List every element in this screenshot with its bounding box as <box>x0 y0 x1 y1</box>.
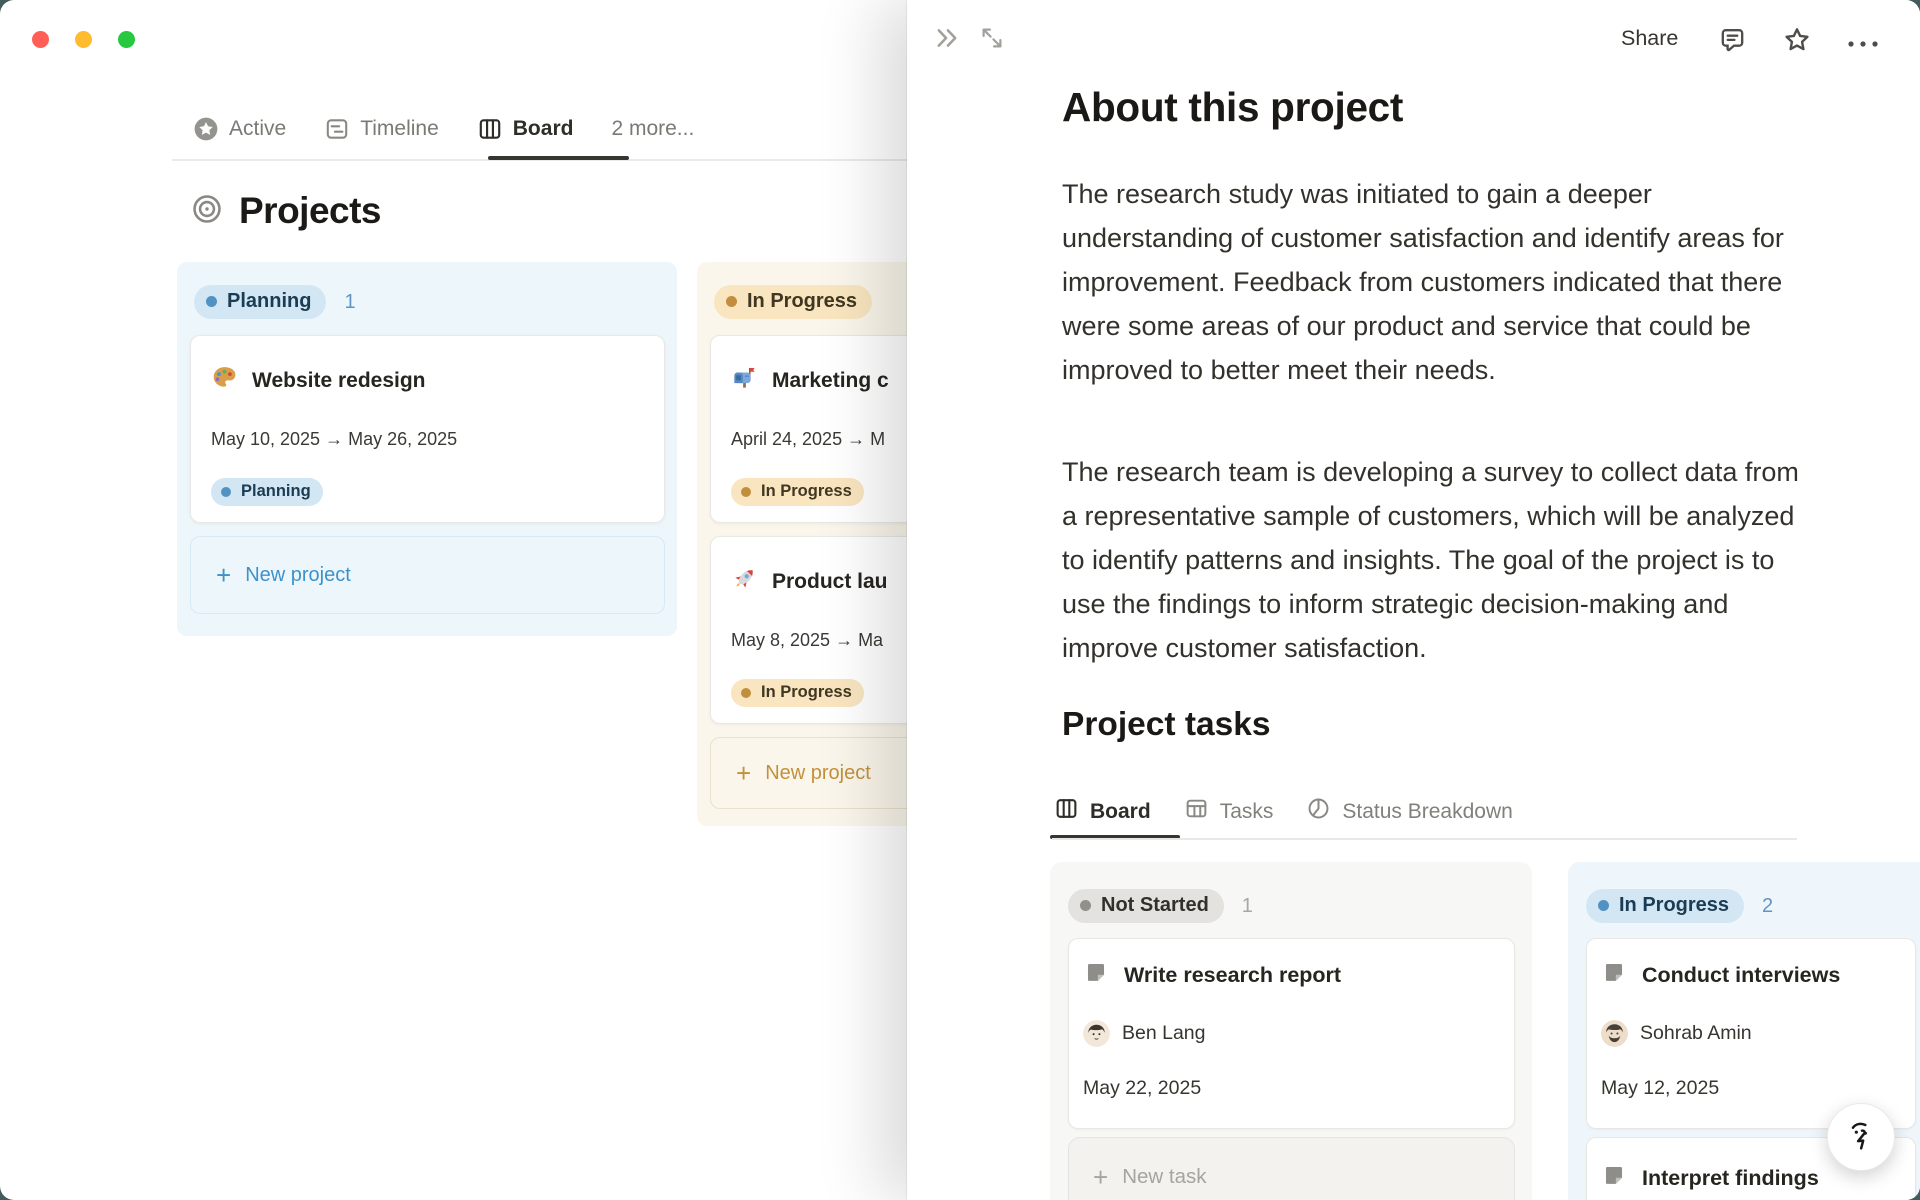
document-paragraph: The research study was initiated to gain… <box>1062 179 1784 385</box>
rocket-icon <box>731 565 758 598</box>
task-tab-board[interactable]: Board <box>1054 796 1151 827</box>
share-button[interactable]: Share <box>1621 26 1678 51</box>
assignee-name: Sohrab Amin <box>1640 1022 1752 1044</box>
avatar-ben-lang <box>1083 1020 1110 1047</box>
task-card-write-research-report[interactable]: Write research report Ben Lang May 22, 2… <box>1068 938 1515 1129</box>
task-title: Write research report <box>1124 962 1342 987</box>
view-tab-label: Active <box>229 117 287 140</box>
task-card-conduct-interviews[interactable]: Conduct interviews Sohrab Amin May 12, 2… <box>1586 938 1916 1129</box>
card-date-range: May 10, 2025 → May 26, 2025 <box>211 429 458 449</box>
board-column-planning: Planning 1 Website redesign May 10, 2025… <box>177 262 677 636</box>
more-options-icon[interactable] <box>1846 36 1880 54</box>
view-tab-timeline[interactable]: Timeline <box>324 116 439 142</box>
view-tab-label: Timeline <box>360 117 439 140</box>
card-title: Website redesign <box>252 368 426 392</box>
new-project-button-planning[interactable]: + New project <box>190 536 665 614</box>
view-tab-board[interactable]: Board <box>477 116 574 142</box>
selected-tab-underline <box>488 156 629 160</box>
card-status-tag: In Progress <box>731 679 864 707</box>
section-title: Project tasks <box>1062 706 1271 743</box>
window-controls <box>32 31 135 48</box>
side-peek-panel: Share About this project The research st… <box>907 0 1920 1200</box>
column-count: 1 <box>1241 894 1253 917</box>
plus-icon: + <box>1093 1162 1109 1192</box>
comments-icon[interactable] <box>1717 25 1748 61</box>
status-badge-planning[interactable]: Planning <box>194 285 327 319</box>
column-count: 1 <box>344 290 356 313</box>
notion-window: Active Timeline Board 2 more... Projects <box>0 0 1920 1200</box>
page-title: Projects <box>239 190 382 231</box>
expand-page-icon[interactable] <box>978 24 1006 57</box>
task-title: Conduct interviews <box>1642 962 1841 987</box>
card-title: Product lau <box>772 569 888 593</box>
task-date: May 12, 2025 <box>1601 1077 1720 1099</box>
status-label: In Progress <box>747 290 858 312</box>
status-badge-not-started[interactable]: Not Started <box>1068 889 1224 923</box>
close-side-peek-icon[interactable] <box>933 24 961 57</box>
avatar-sohrab-amin <box>1601 1020 1628 1047</box>
palette-icon <box>211 364 238 397</box>
favorite-star-icon[interactable] <box>1781 24 1813 61</box>
close-window-button[interactable] <box>32 31 49 48</box>
plus-icon: + <box>736 758 752 788</box>
document-paragraph: The research team is developing a survey… <box>1062 457 1799 663</box>
view-tab-label: Board <box>512 117 574 140</box>
task-tab-status-breakdown[interactable]: Status Breakdown <box>1306 796 1513 827</box>
pie-chart-icon <box>1306 796 1331 827</box>
assignee-name: Ben Lang <box>1122 1022 1206 1044</box>
status-dot <box>741 687 751 698</box>
notion-ai-button[interactable] <box>1827 1103 1895 1171</box>
task-note-icon <box>1601 1162 1627 1194</box>
task-tab-tasks[interactable]: Tasks <box>1184 796 1273 827</box>
document-title: About this project <box>1062 84 1404 130</box>
star-circle-icon <box>193 116 219 142</box>
tab-bar-divider <box>1052 838 1797 840</box>
view-tab-bar: Active Timeline Board 2 more... <box>193 104 694 154</box>
board-icon <box>1054 796 1079 827</box>
plus-icon: + <box>216 560 232 590</box>
task-note-icon <box>1601 959 1627 991</box>
table-icon <box>1184 796 1209 827</box>
zoom-window-button[interactable] <box>118 31 135 48</box>
card-status-tag: Planning <box>211 478 323 506</box>
view-tab-more[interactable]: 2 more... <box>611 117 694 141</box>
status-dot <box>221 486 231 497</box>
card-status-tag: In Progress <box>731 478 864 506</box>
timeline-icon <box>324 116 350 142</box>
status-label: Planning <box>227 290 312 312</box>
status-dot <box>726 296 737 307</box>
project-card-website-redesign[interactable]: Website redesign May 10, 2025 → May 26, … <box>190 335 665 523</box>
status-dot <box>206 296 217 307</box>
status-badge-in-progress[interactable]: In Progress <box>1586 889 1745 923</box>
status-dot <box>1598 900 1609 911</box>
minimize-window-button[interactable] <box>75 31 92 48</box>
status-dot <box>741 486 751 497</box>
view-tab-active[interactable]: Active <box>193 116 286 142</box>
view-tab-label: 2 more... <box>611 117 695 140</box>
task-column-not-started: Not Started 1 Write research report Ben … <box>1050 862 1532 1200</box>
board-icon <box>477 116 503 142</box>
notion-ai-face-icon <box>1841 1115 1881 1160</box>
column-count: 2 <box>1762 894 1774 917</box>
status-dot <box>1080 900 1091 911</box>
card-title: Marketing c <box>772 368 889 392</box>
new-task-button[interactable]: + New task <box>1068 1137 1515 1200</box>
task-date: May 22, 2025 <box>1083 1077 1202 1099</box>
task-view-tab-bar: Board Tasks Status Breakdown <box>1054 796 1513 827</box>
status-badge-in-progress[interactable]: In Progress <box>714 285 873 319</box>
mailbox-icon <box>731 364 758 397</box>
task-note-icon <box>1083 959 1109 991</box>
task-title: Interpret findings <box>1642 1165 1819 1190</box>
target-icon <box>190 192 224 231</box>
